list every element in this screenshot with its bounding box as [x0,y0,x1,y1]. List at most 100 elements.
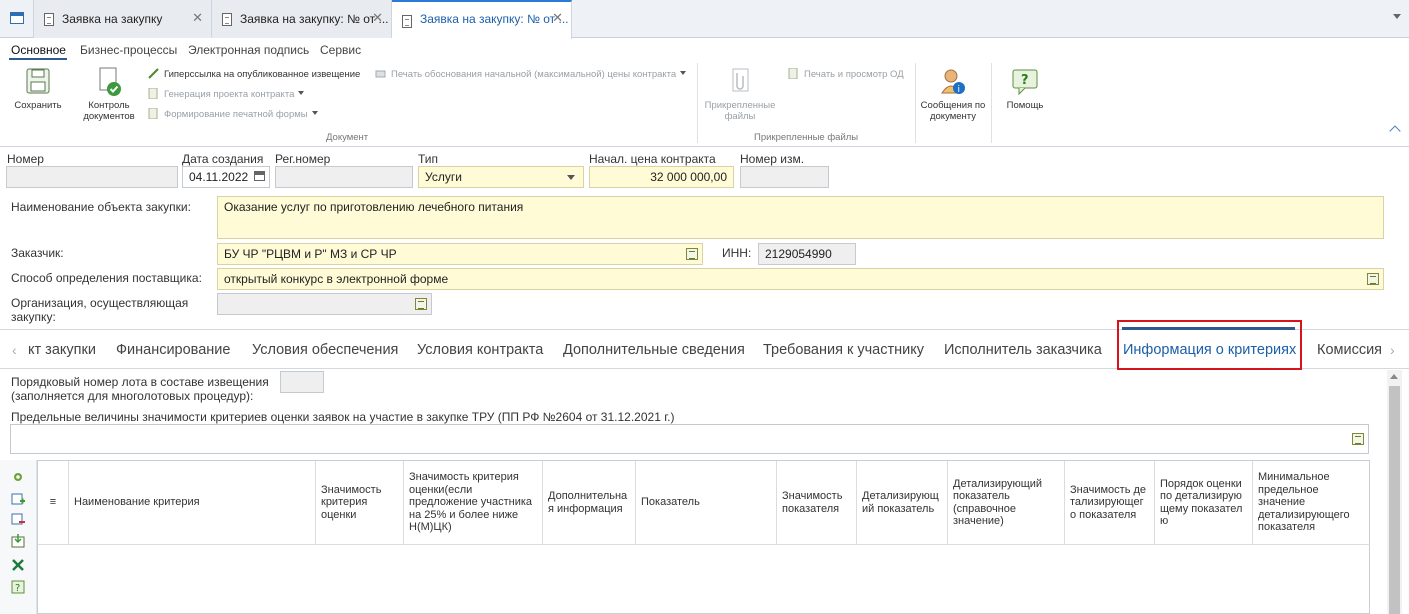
help-button[interactable]: ? Помощь [996,67,1054,111]
attach-icon [726,67,754,97]
inn-field[interactable]: 2129054990 [758,243,856,265]
column-menu-icon[interactable]: ≡ [38,461,69,545]
close-icon[interactable]: ✕ [372,10,383,26]
change-number-field[interactable] [740,166,829,188]
tab-security[interactable]: Условия обеспечения [252,342,398,358]
group-separator [697,63,698,143]
scroll-left-icon[interactable]: ‹ [12,342,17,358]
svg-text:?: ? [15,583,20,594]
print-justification-button[interactable]: Печать обоснования начальной (максимальн… [375,68,687,80]
ribbon-tab-main[interactable]: Основное [11,43,66,57]
type-label: Тип [418,152,439,166]
price-field[interactable]: 32 000 000,00 [589,166,734,188]
column-header[interactable]: Наименование критерия [69,461,316,545]
print-form-button[interactable]: Формирование печатной формы [148,107,318,120]
lookup-icon[interactable] [1352,433,1364,445]
control-docs-label: Контроль документов [83,100,135,122]
ribbon-tab-bp[interactable]: Бизнес-процессы [80,43,177,57]
tab-executor[interactable]: Исполнитель заказчика [944,342,1102,358]
criteria-grid: ≡ Наименование критерия Значимость крите… [37,460,1370,614]
add-row-icon[interactable] [11,492,25,506]
tab-object[interactable]: кт закупки [28,342,96,358]
column-header[interactable]: Значимость критерия оценки [316,461,404,545]
save-label: Сохранить [14,100,62,111]
customer-field[interactable]: БУ ЧР "РЦВМ и Р" МЗ и СР ЧР [217,243,703,265]
vertical-scrollbar[interactable] [1387,370,1402,614]
group-document-label: Документ [326,132,369,143]
lookup-icon[interactable] [1367,273,1379,285]
column-header[interactable]: Минимальное предельное значение детализи… [1253,461,1370,545]
attached-files-button[interactable]: Прикрепленные файлы [702,67,778,122]
help-icon[interactable]: ? [11,580,25,594]
lookup-icon[interactable] [686,248,698,260]
highlight-box [1117,320,1302,370]
dropdown-icon[interactable] [567,175,575,180]
scrollbar-thumb[interactable] [1389,386,1400,614]
window-tab-label: Заявка на закупку: № от ... [240,12,389,26]
excel-icon[interactable] [11,558,25,572]
price-label: Начал. цена контракта [589,152,716,166]
created-label: Дата создания [182,152,264,166]
ribbon-tab-esign[interactable]: Электронная подпись [188,43,309,57]
lookup-icon[interactable] [415,298,427,310]
type-select[interactable]: Услуги [418,166,584,188]
column-header[interactable]: Значимость критерия оценки(если предложе… [404,461,543,545]
calendar-icon[interactable] [254,171,265,181]
collapse-ribbon-icon[interactable] [1389,125,1401,137]
save-button[interactable]: Сохранить [10,67,66,111]
import-icon[interactable] [11,534,25,548]
app-menu-icon[interactable] [0,0,34,38]
lot-label: Порядковый номер лота в составе извещени… [11,375,269,403]
hyperlink-button[interactable]: Гиперссылка на опубликованное извещение [148,68,360,80]
chevron-down-icon [298,91,305,95]
print-form-icon [148,107,159,120]
control-docs-icon [95,67,123,97]
column-header[interactable]: Детализирующий показатель [857,461,948,545]
group-separator [915,63,916,143]
created-date-value: 04.11.2022 [189,170,249,184]
limits-field[interactable] [10,424,1369,454]
column-header[interactable]: Значимость детализирующего показателя [1065,461,1155,545]
control-docs-button[interactable]: Контроль документов [78,67,140,122]
link-icon [148,68,159,79]
print-form-label: Формирование печатной формы [164,109,308,120]
method-field[interactable]: открытый конкурс в электронной форме [217,268,1384,290]
column-header[interactable]: Дополнительная информация [543,461,636,545]
tab-requirements[interactable]: Требования к участнику [763,342,924,358]
messages-icon: i [939,67,967,97]
ribbon-tab-service[interactable]: Сервис [320,43,361,57]
window-tab-2[interactable]: Заявка на закупку: № от ... ✕ [212,0,392,38]
number-field[interactable] [6,166,178,188]
regnum-label: Рег.номер [275,152,331,166]
column-header[interactable]: Показатель [636,461,777,545]
inn-label: ИНН: [722,246,752,260]
regnum-field[interactable] [275,166,413,188]
window-tab-3[interactable]: Заявка на закупку: № от ... ✕ [392,0,572,39]
change-number-label: Номер изм. [740,152,805,166]
column-header[interactable]: Порядок оценки по детализирующему показа… [1155,461,1253,545]
print-view-od-button[interactable]: Печать и просмотр ОД [788,67,904,80]
messages-button[interactable]: i Сообщения по документу [918,67,988,122]
delete-row-icon[interactable] [11,512,25,526]
settings-icon[interactable] [11,470,25,484]
window-tab-1[interactable]: Заявка на закупку ✕ [34,0,212,38]
tab-financing[interactable]: Финансирование [116,342,230,358]
column-header[interactable]: Значимость показателя [777,461,857,545]
tabs-dropdown-icon[interactable] [1393,14,1401,19]
close-icon[interactable]: ✕ [552,10,563,26]
lot-field[interactable] [280,371,324,393]
tab-contract-terms[interactable]: Условия контракта [417,342,543,358]
close-icon[interactable]: ✕ [192,10,203,26]
gen-contract-button[interactable]: Генерация проекта контракта [148,87,305,100]
print-justification-label: Печать обоснования начальной (максимальн… [391,69,677,80]
object-field[interactable]: Оказание услуг по приготовлению лечебног… [217,196,1384,239]
tab-additional[interactable]: Дополнительные сведения [563,342,745,358]
scroll-up-icon[interactable] [1390,374,1398,379]
svg-text:?: ? [1021,73,1029,88]
tab-commission[interactable]: Комиссия [1317,342,1382,358]
scroll-right-icon[interactable]: › [1390,342,1395,358]
group-attached-label: Прикрепленные файлы [754,132,859,143]
save-icon [24,67,52,97]
column-header[interactable]: Детализирующий показатель (справочное зн… [948,461,1065,545]
org-field[interactable] [217,293,432,315]
